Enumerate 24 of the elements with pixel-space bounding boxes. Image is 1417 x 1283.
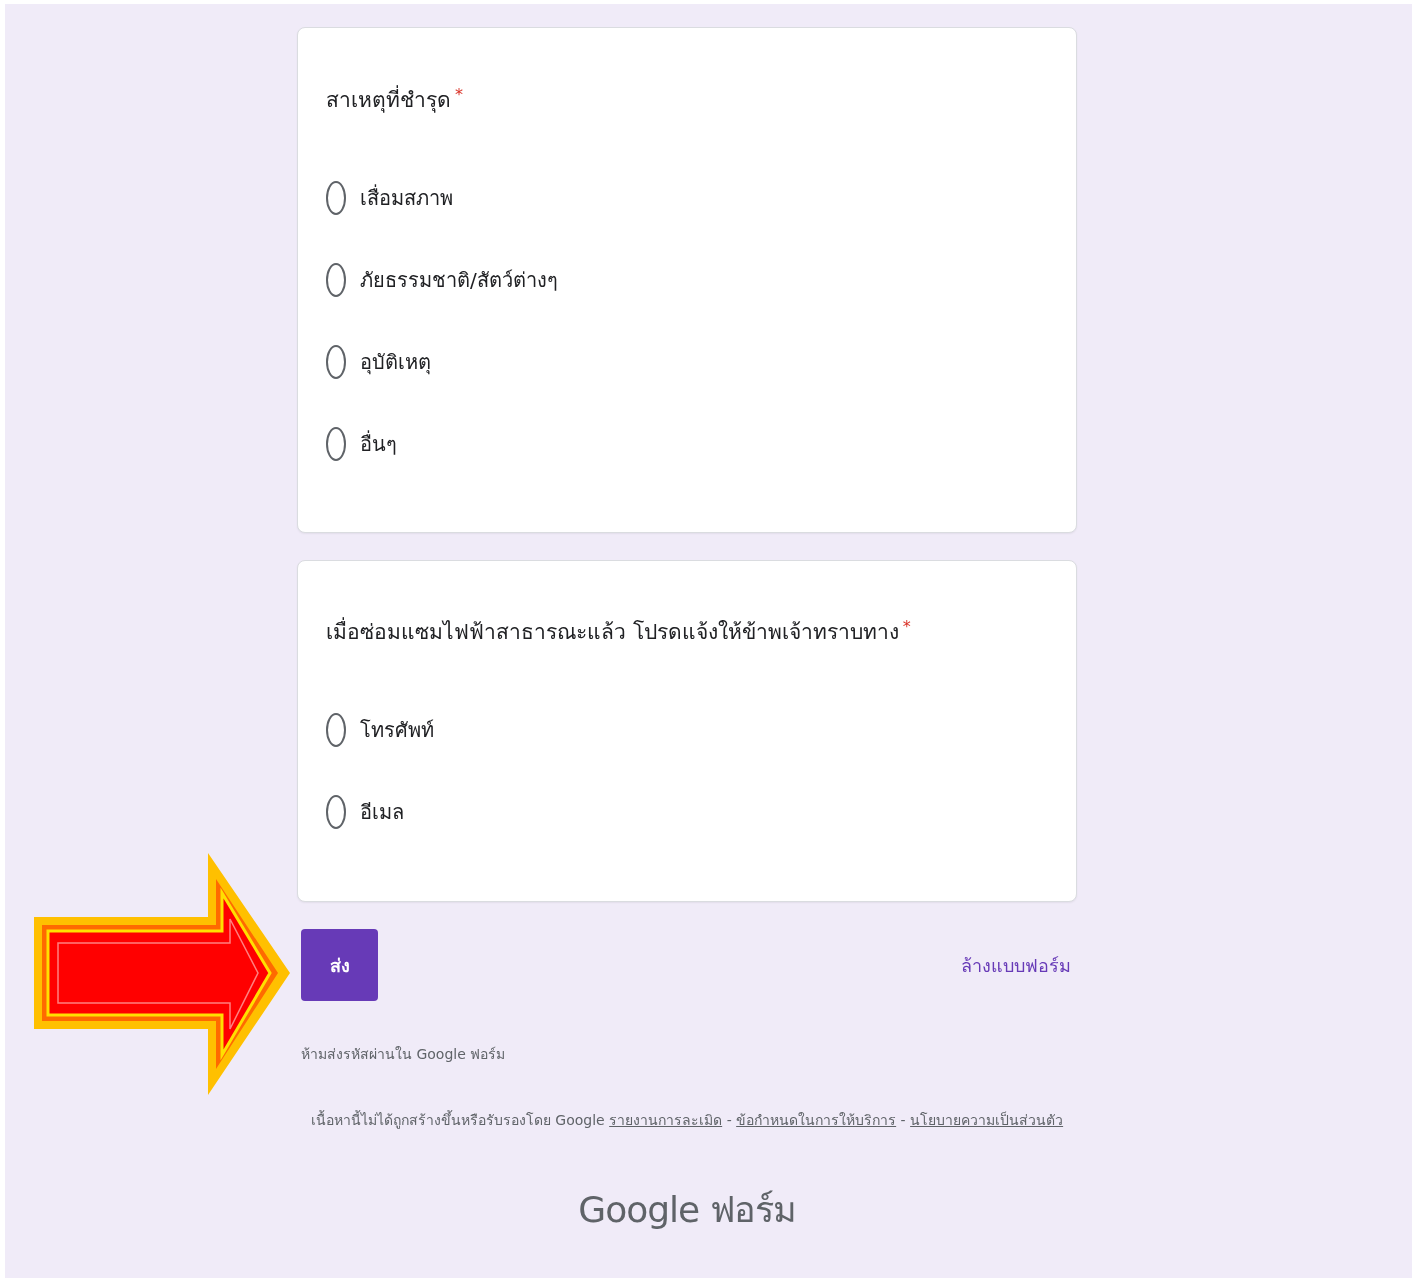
google-forms-logo: Google ฟอร์ม xyxy=(577,1188,797,1232)
option-label[interactable]: โทรศัพท์ xyxy=(360,714,434,746)
radio-button[interactable] xyxy=(326,795,346,829)
option-label[interactable]: อื่นๆ xyxy=(360,428,397,460)
password-notice: ห้ามส่งรหัสผ่านใน Google ฟอร์ม xyxy=(301,1045,507,1064)
question-title: สาเหตุที่ชำรุด xyxy=(326,85,451,115)
radio-button[interactable] xyxy=(326,345,346,379)
clear-form-link[interactable]: ล้างแบบฟอร์ม xyxy=(961,950,1071,980)
option-label[interactable]: อีเมล xyxy=(360,796,404,828)
option-label[interactable]: เสื่อมสภาพ xyxy=(360,182,453,214)
footer-link[interactable]: นโยบายความเป็นส่วนตัว xyxy=(910,1112,1064,1128)
radio-button[interactable] xyxy=(326,263,346,297)
question-title: เมื่อซ่อมแซมไฟฟ้าสาธารณะแล้ว โปรดแจ้งให้ข้าพเจ้าทราบทาง xyxy=(326,617,899,647)
required-mark: * xyxy=(455,85,463,105)
footer-link[interactable]: รายงานการละเมิด xyxy=(609,1112,723,1128)
required-mark: * xyxy=(902,617,911,637)
radio-button[interactable] xyxy=(326,713,346,747)
footer-link[interactable]: ข้อกำหนดในการให้บริการ xyxy=(736,1112,897,1128)
option-label[interactable]: อุบัติเหตุ xyxy=(360,346,431,378)
option-label[interactable]: ภัยธรรมชาติ/สัตว์ต่างๆ xyxy=(360,264,558,296)
radio-button[interactable] xyxy=(326,181,346,215)
submit-button[interactable]: ส่ง xyxy=(301,929,378,1001)
radio-button[interactable] xyxy=(326,427,346,461)
footer-notice: เนื้อหานี้ไม่ได้ถูกสร้างขึ้นหรือรับรองโดย Google รายงานการละเมิด - ข้อกำหนดในการให้บริการ - นโยบายความเป็นส่วนตัว xyxy=(309,1109,1065,1131)
